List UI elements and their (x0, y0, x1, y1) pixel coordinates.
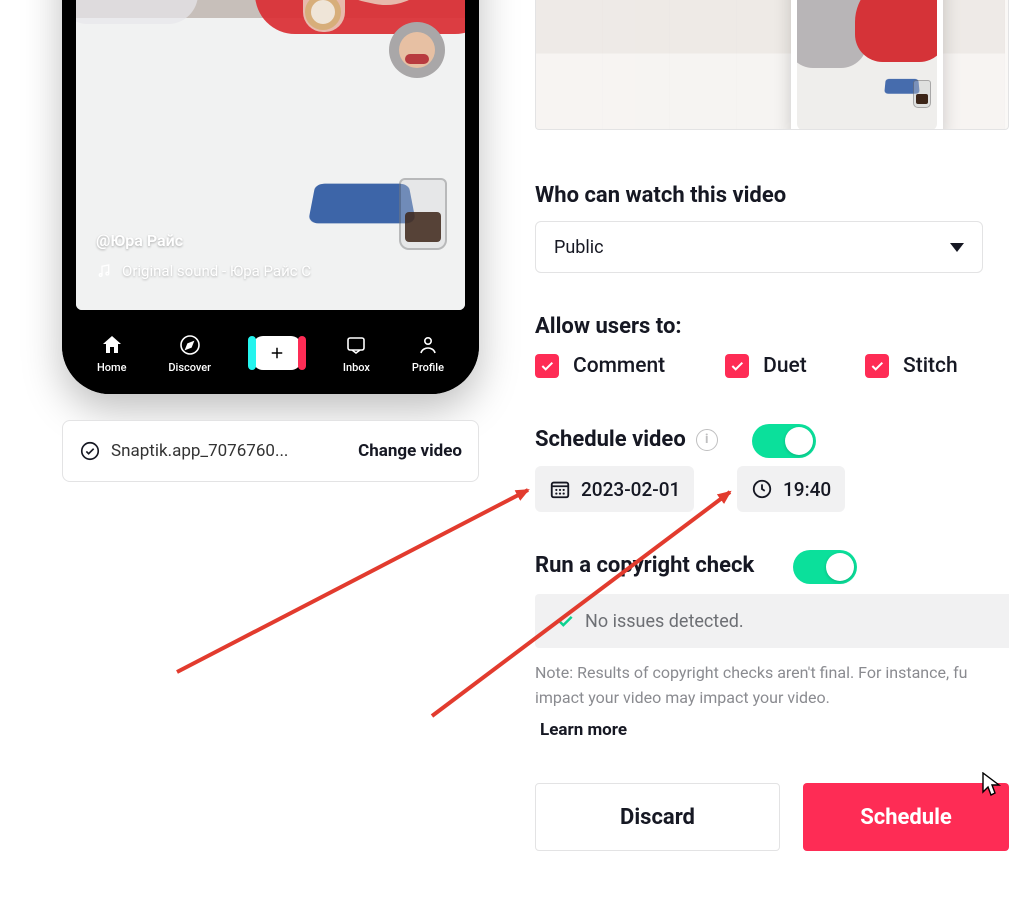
compass-icon (178, 333, 202, 357)
schedule-date-value: 2023-02-01 (581, 478, 680, 501)
checkbox-checked-icon (535, 354, 559, 378)
upload-filename: Snaptik.app_7076760... (111, 441, 288, 461)
phone-screen: @Юра Райс Original sound - Юра Райс С (76, 0, 465, 310)
discard-button[interactable]: Discard (535, 783, 780, 851)
copyright-title-row: Run a copyright check (535, 553, 754, 578)
cover-selected-frame[interactable] (791, 0, 943, 130)
info-icon[interactable]: i (696, 429, 718, 451)
cover-filmstrip[interactable] (535, 0, 1009, 130)
nav-compose[interactable] (253, 336, 301, 370)
change-video-link[interactable]: Change video (358, 441, 462, 461)
mouse-cursor-icon (982, 772, 1002, 798)
preview-username: @Юра Райс (96, 231, 183, 250)
copyright-status-text: No issues detected. (585, 611, 744, 632)
check-icon (555, 611, 575, 631)
chevron-down-icon (950, 243, 964, 252)
schedule-title: Schedule video (535, 427, 686, 452)
visibility-value: Public (554, 237, 604, 258)
copyright-title: Run a copyright check (535, 553, 754, 578)
nav-discover[interactable]: Discover (168, 333, 211, 374)
clock-icon (751, 478, 773, 500)
copyright-note: Note: Results of copyright checks aren't… (535, 661, 1009, 711)
music-note-icon (96, 263, 112, 279)
checkbox-checked-icon (865, 354, 889, 378)
sound-disc-icon[interactable] (389, 22, 445, 78)
inbox-icon (344, 333, 368, 357)
preview-sound-label: Original sound - Юра Райс С (122, 262, 311, 280)
calendar-icon (549, 478, 571, 500)
preview-sound-row: Original sound - Юра Райс С (96, 262, 311, 280)
upload-settings-page: @Юра Райс Original sound - Юра Райс С Ho… (0, 0, 1009, 920)
preview-side-actions (389, 0, 445, 78)
perm-stitch[interactable]: Stitch (865, 354, 958, 378)
schedule-time-value: 19:40 (783, 478, 831, 501)
schedule-button[interactable]: Schedule (803, 783, 1009, 851)
schedule-date-input[interactable]: 2023-02-01 (535, 466, 694, 512)
visibility-title: Who can watch this video (535, 183, 786, 208)
phone-bottom-nav: Home Discover Inbox Profile (62, 310, 479, 394)
perm-comment[interactable]: Comment (535, 354, 665, 378)
copyright-toggle[interactable] (793, 550, 857, 584)
perm-duet[interactable]: Duet (725, 354, 807, 378)
phone-preview: @Юра Райс Original sound - Юра Райс С Ho… (62, 0, 479, 394)
learn-more-link[interactable]: Learn more (540, 720, 627, 740)
plus-icon (268, 344, 286, 362)
copyright-status-box: No issues detected. (535, 594, 1009, 648)
check-circle-icon (79, 440, 101, 462)
visibility-select[interactable]: Public (535, 221, 983, 273)
profile-icon (416, 333, 440, 357)
file-bar: Snaptik.app_7076760... Change video (62, 420, 479, 482)
nav-home[interactable]: Home (97, 333, 127, 374)
schedule-toggle[interactable] (752, 424, 816, 458)
permissions-row: Comment Duet (535, 354, 807, 378)
nav-inbox[interactable]: Inbox (343, 333, 370, 374)
nav-profile[interactable]: Profile (412, 333, 444, 374)
schedule-title-row: Schedule video i (535, 427, 718, 452)
schedule-time-input[interactable]: 19:40 (737, 466, 845, 512)
checkbox-checked-icon (725, 354, 749, 378)
permissions-title: Allow users to: (535, 314, 682, 339)
home-icon (100, 333, 124, 357)
